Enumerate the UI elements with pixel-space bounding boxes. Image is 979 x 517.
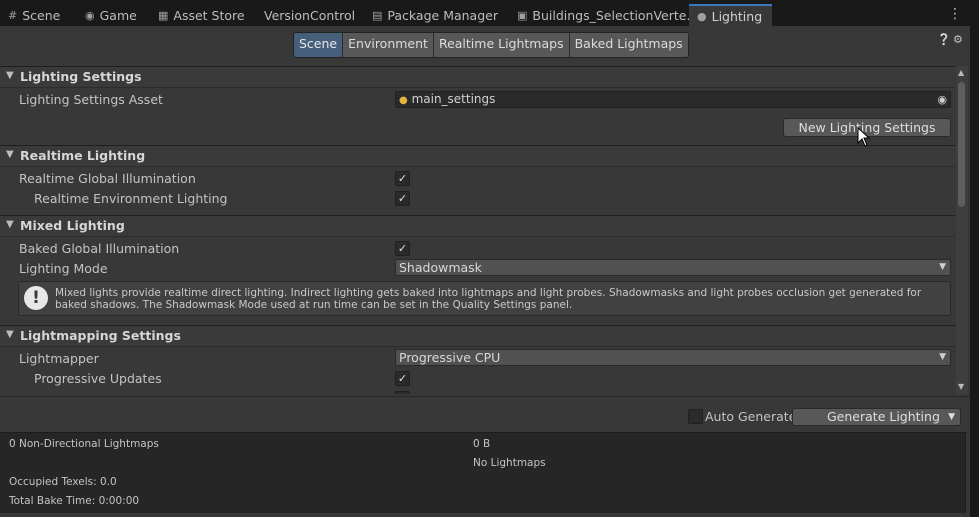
gamepad-icon: ◉ <box>85 8 95 22</box>
realtime-gi-label: Realtime Global Illumination <box>19 171 196 186</box>
button-label: Generate Lighting <box>827 409 940 424</box>
dropdown-value: Shadowmask <box>399 260 482 275</box>
dropdown-arrow-icon[interactable]: ▼ <box>948 409 955 425</box>
realtime-env-lighting-checkbox[interactable]: ✓ <box>395 191 410 206</box>
auto-generate-checkbox[interactable] <box>688 409 703 424</box>
warning-icon: ! <box>24 286 48 310</box>
section-lightmapping-settings[interactable]: ▼ Lightmapping Settings <box>0 325 955 347</box>
gear-icon[interactable]: ⚙ <box>953 33 963 46</box>
window-edge <box>970 26 979 517</box>
baked-gi-label: Baked Global Illumination <box>19 241 180 256</box>
tab-lighting[interactable]: ● Lighting <box>689 4 772 26</box>
mouse-cursor-icon <box>857 127 871 147</box>
help-text: Mixed lights provide realtime direct lig… <box>55 287 922 311</box>
lighting-settings-asset-label: Lighting Settings Asset <box>19 92 163 107</box>
subtab-environment[interactable]: Environment <box>343 33 434 57</box>
section-title: Realtime Lighting <box>20 148 146 163</box>
divider <box>0 396 970 397</box>
lightmapper-dropdown[interactable]: Progressive CPU ▼ <box>395 349 951 366</box>
object-picker-icon[interactable]: ◉ <box>937 92 947 107</box>
subtab-scene[interactable]: Scene <box>294 33 344 57</box>
help-icon[interactable]: ❔ <box>937 33 951 46</box>
auto-generate-label: Auto Generate <box>705 409 797 424</box>
tab-game[interactable]: ◉ Game <box>77 4 145 26</box>
lightmap-size: 0 B <box>473 438 491 450</box>
section-title: Mixed Lighting <box>20 218 125 233</box>
editor-tab-bar: # Scene ◉ Game ▦ Asset Store VersionCont… <box>0 0 979 27</box>
section-lighting-settings[interactable]: ▼ Lighting Settings <box>0 66 955 88</box>
lighting-mode-dropdown[interactable]: Shadowmask ▼ <box>395 259 951 276</box>
store-icon: ▦ <box>158 8 169 22</box>
grid-icon: # <box>8 8 18 22</box>
dropdown-arrow-icon: ▼ <box>939 262 946 272</box>
bulb-icon: ● <box>697 9 707 23</box>
progressive-updates-label: Progressive Updates <box>34 371 162 386</box>
partial-checkbox <box>395 391 410 394</box>
section-mixed-lighting[interactable]: ▼ Mixed Lighting <box>0 215 955 237</box>
shader-icon: ▣ <box>517 8 528 22</box>
lightmap-count: 0 Non-Directional Lightmaps <box>9 438 159 450</box>
tab-label: Lighting <box>711 8 763 24</box>
tab-label: Package Manager <box>387 7 498 23</box>
lighting-mode-label: Lighting Mode <box>19 261 108 276</box>
tab-label: VersionControl <box>264 7 356 23</box>
occupied-texels: Occupied Texels: 0.0 <box>9 476 117 488</box>
realtime-env-lighting-label: Realtime Environment Lighting <box>34 191 228 206</box>
tab-label: Asset Store <box>173 7 245 23</box>
more-options-icon[interactable]: ⋮ <box>948 6 962 22</box>
subtab-realtime-lightmaps[interactable]: Realtime Lightmaps <box>433 33 570 57</box>
tab-label: Buildings_SelectionVerte... <box>532 7 699 23</box>
baked-gi-checkbox[interactable]: ✓ <box>395 241 410 256</box>
foldout-arrow-icon: ▼ <box>6 219 14 230</box>
tab-version-control[interactable]: VersionControl <box>256 4 363 26</box>
section-title: Lighting Settings <box>20 69 142 84</box>
dropdown-value: Progressive CPU <box>399 350 501 365</box>
foldout-arrow-icon: ▼ <box>6 70 14 81</box>
tab-asset-store[interactable]: ▦ Asset Store <box>150 4 253 26</box>
scrollbar-thumb[interactable] <box>958 82 965 207</box>
vertical-scrollbar[interactable]: ▲ ▼ <box>956 66 968 394</box>
generate-lighting-button[interactable]: Generate Lighting ▼ <box>792 408 961 426</box>
scroll-up-icon[interactable]: ▲ <box>958 68 964 77</box>
no-lightmaps-text: No Lightmaps <box>473 457 546 469</box>
tab-label: Game <box>99 7 137 23</box>
section-title: Lightmapping Settings <box>20 328 181 343</box>
total-bake-time: Total Bake Time: 0:00:00 <box>9 495 140 507</box>
realtime-gi-checkbox[interactable]: ✓ <box>395 171 410 186</box>
foldout-arrow-icon: ▼ <box>6 329 14 340</box>
asset-value: main_settings <box>411 92 496 106</box>
package-icon: ▤ <box>372 8 383 22</box>
tab-buildings-shader[interactable]: ▣ Buildings_SelectionVerte... <box>509 4 706 26</box>
subtab-baked-lightmaps[interactable]: Baked Lightmaps <box>569 33 688 57</box>
dropdown-arrow-icon: ▼ <box>939 352 946 362</box>
foldout-arrow-icon: ▼ <box>6 149 14 160</box>
section-realtime-lighting[interactable]: ▼ Realtime Lighting <box>0 145 955 167</box>
settings-scroll-area: ▼ Lighting Settings Lighting Settings As… <box>0 66 955 394</box>
mixed-lighting-help-box: ! Mixed lights provide realtime direct l… <box>18 281 951 316</box>
lighting-subtabs: Scene Environment Realtime Lightmaps Bak… <box>293 32 689 58</box>
tab-label: Scene <box>22 7 61 23</box>
progressive-updates-checkbox[interactable]: ✓ <box>395 371 410 386</box>
tab-package-manager[interactable]: ▤ Package Manager <box>364 4 506 26</box>
settings-asset-icon: ● <box>399 95 408 106</box>
bake-stats-panel: 0 Non-Directional Lightmaps 0 B No Light… <box>0 432 966 513</box>
tab-scene[interactable]: # Scene <box>0 4 68 26</box>
lighting-settings-asset-field[interactable]: ● main_settings ◉ <box>395 91 951 108</box>
lightmapper-label: Lightmapper <box>19 351 99 366</box>
scroll-down-icon[interactable]: ▼ <box>958 382 964 391</box>
